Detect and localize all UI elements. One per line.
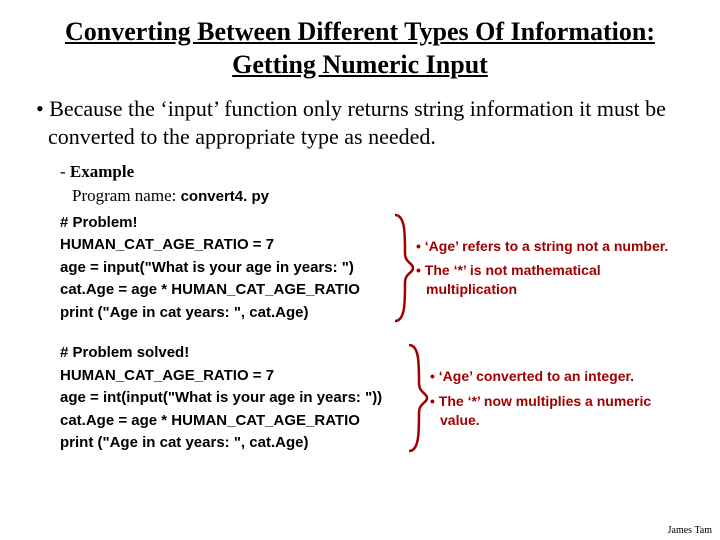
code-line: cat.Age = age * HUMAN_CAT_AGE_RATIO: [60, 279, 390, 302]
note-item: ‘Age’ converted to an integer.: [430, 367, 690, 386]
slide-title: Converting Between Different Types Of In…: [30, 16, 690, 81]
main-bullet: Because the ‘input’ function only return…: [36, 95, 690, 150]
program-label: Program name:: [72, 186, 181, 205]
code-line: age = int(input("What is your age in yea…: [60, 387, 404, 410]
problem-block: # Problem! HUMAN_CAT_AGE_RATIO = 7 age =…: [60, 212, 690, 325]
solved-code: # Problem solved! HUMAN_CAT_AGE_RATIO = …: [60, 342, 404, 455]
brace-icon: [404, 343, 430, 453]
program-line: Program name: convert4. py: [72, 184, 690, 208]
footer-author: James Tam: [668, 525, 712, 536]
problem-header: # Problem!: [60, 212, 390, 235]
code-line: print ("Age in cat years: ", cat.Age): [60, 302, 390, 325]
problem-notes: ‘Age’ refers to a string not a number. T…: [416, 231, 690, 306]
code-line: cat.Age = age * HUMAN_CAT_AGE_RATIO: [60, 410, 404, 433]
program-name: convert4. py: [181, 188, 269, 205]
note-item: The ‘*’ now multiplies a numeric value.: [430, 392, 690, 430]
note-item: The ‘*’ is not mathematical multiplicati…: [416, 261, 690, 299]
brace-icon: [390, 213, 416, 323]
solved-header: # Problem solved!: [60, 342, 404, 365]
code-line: age = input("What is your age in years: …: [60, 257, 390, 280]
code-line: HUMAN_CAT_AGE_RATIO = 7: [60, 365, 404, 388]
example-header: Example: [60, 160, 690, 184]
solved-notes: ‘Age’ converted to an integer. The ‘*’ n…: [430, 361, 690, 436]
solved-block: # Problem solved! HUMAN_CAT_AGE_RATIO = …: [60, 342, 690, 455]
note-item: ‘Age’ refers to a string not a number.: [416, 237, 690, 256]
problem-code: # Problem! HUMAN_CAT_AGE_RATIO = 7 age =…: [60, 212, 390, 325]
code-line: print ("Age in cat years: ", cat.Age): [60, 432, 404, 455]
code-line: HUMAN_CAT_AGE_RATIO = 7: [60, 234, 390, 257]
